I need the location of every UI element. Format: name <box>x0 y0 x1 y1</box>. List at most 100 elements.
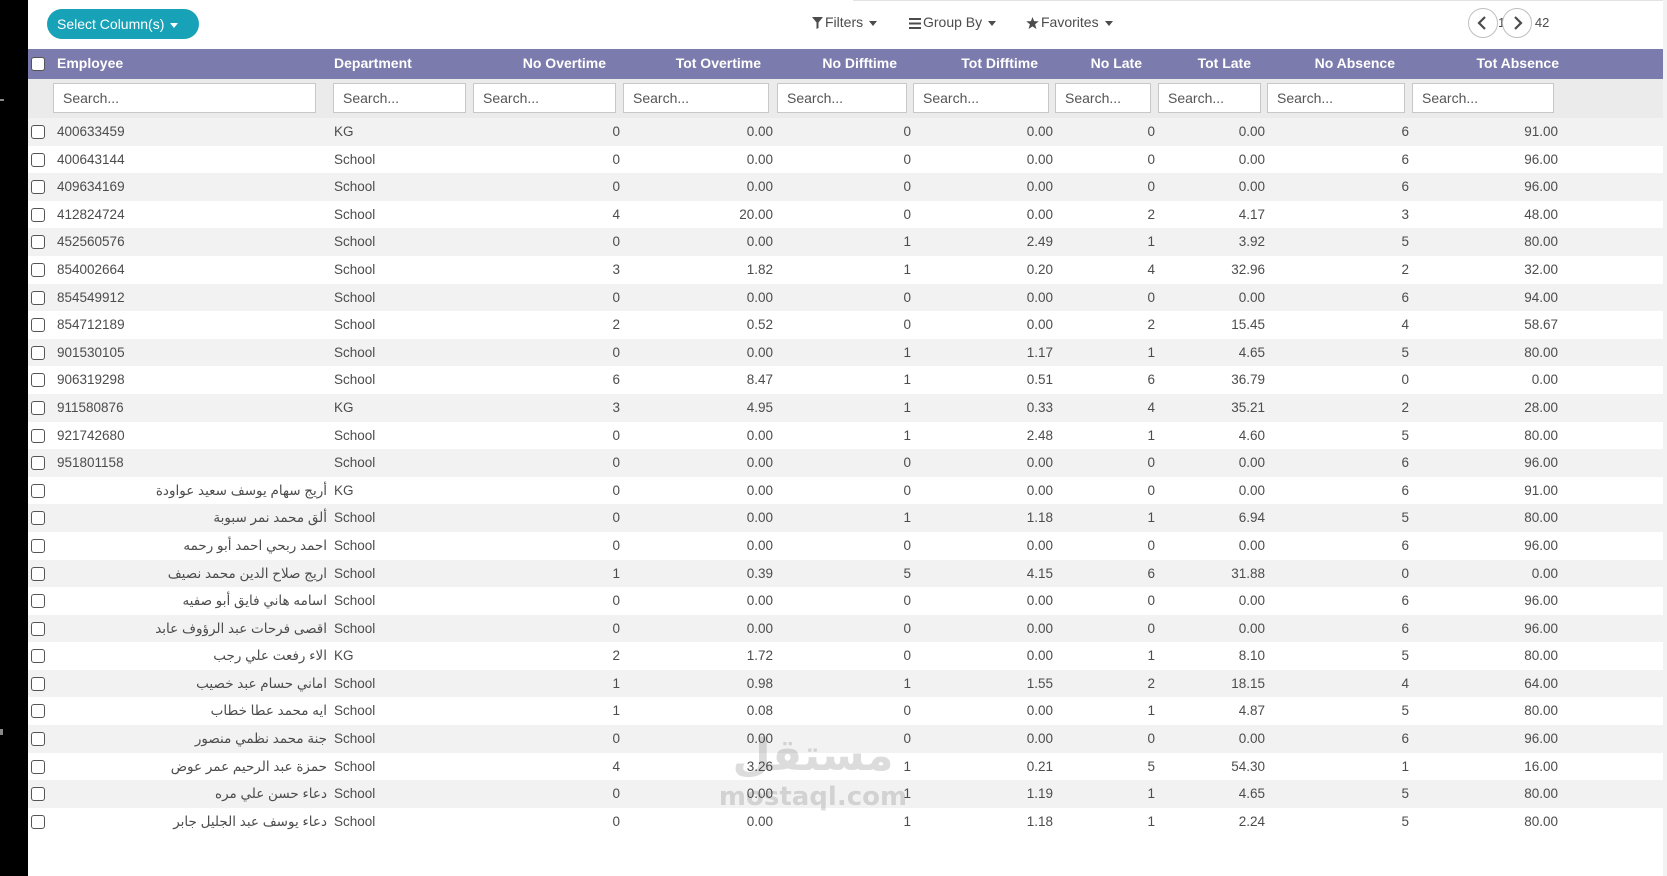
row-select-checkbox[interactable] <box>31 207 45 222</box>
row-select-checkbox[interactable] <box>31 732 45 747</box>
column-header-employee[interactable]: Employee <box>57 49 327 77</box>
row-select-checkbox[interactable] <box>31 400 45 415</box>
table-row[interactable]: 854002664 School 3 1.82 1 0.20 4 32.96 2 32.00 <box>28 255 1663 284</box>
row-select-checkbox[interactable] <box>31 814 45 829</box>
column-header-department[interactable]: Department <box>334 49 474 77</box>
table-row[interactable]: اقصى فرحات عبد الرؤوف عابد School 0 0.00 0 0.… <box>28 614 1663 643</box>
row-select-checkbox[interactable] <box>31 428 45 443</box>
row-select-checkbox[interactable] <box>31 262 45 277</box>
column-header-no-difftime[interactable]: No Difftime <box>777 49 897 77</box>
table-row[interactable]: اماني حسام عبد خصيب School 1 0.98 1 1.55 2 18.1… <box>28 669 1663 698</box>
table-row[interactable]: احمد ربحي احمد أبو رحمه School 0 0.00 0 0.00 0… <box>28 531 1663 560</box>
cell-tot-overtime: 0.00 <box>746 234 773 250</box>
table-row[interactable]: 906319298 School 6 8.47 1 0.51 6 36.79 0 0.00 <box>28 366 1663 394</box>
group-by-dropdown[interactable]: Group By <box>909 14 997 30</box>
row-select-checkbox[interactable] <box>31 511 45 526</box>
row-select-checkbox[interactable] <box>31 180 45 195</box>
table-row[interactable]: 911580876 KG 3 4.95 1 0.33 4 35.21 2 28.00 <box>28 393 1663 422</box>
search-input-no-difftime[interactable] <box>777 83 907 113</box>
cell-employee: حمزة عبد الرحيم عمر عوض <box>170 758 327 774</box>
table-row[interactable]: دعاء حسن علي مره School 0 0.00 1 1.19 1 4.65 5 80… <box>28 780 1663 808</box>
cell-tot-late: 0.00 <box>1238 620 1265 636</box>
search-input-tot-difftime[interactable] <box>913 83 1049 113</box>
row-select-checkbox[interactable] <box>31 594 45 609</box>
row-select-checkbox[interactable] <box>31 759 45 774</box>
table-row[interactable]: ايه محمد عطا خطاب School 1 0.08 0 0.00 1 4.87 5 8… <box>28 697 1663 726</box>
select-columns-button[interactable]: Select Column(s) <box>47 9 199 39</box>
row-select-checkbox[interactable] <box>31 676 45 691</box>
row-select-checkbox[interactable] <box>31 152 45 167</box>
row-select-checkbox[interactable] <box>31 566 45 581</box>
table-row[interactable]: دعاء يوسف عبد الجليل جابر School 0 0.00 1 1.1… <box>28 807 1663 836</box>
cell-tot-late: 32.96 <box>1231 261 1265 277</box>
search-input-no-overtime[interactable] <box>473 83 616 113</box>
column-header-tot-absence[interactable]: Tot Absence <box>1412 49 1559 77</box>
cell-tot-overtime: 3.26 <box>746 758 773 774</box>
search-input-department[interactable] <box>333 83 466 113</box>
filters-dropdown[interactable]: Filters <box>812 14 878 30</box>
search-input-tot-late[interactable] <box>1158 83 1261 113</box>
row-select-checkbox[interactable] <box>31 621 45 636</box>
table-row[interactable]: 452560576 School 0 0.00 1 2.49 1 3.92 5 80.00 <box>28 228 1663 256</box>
table-row[interactable]: أريج سهام يوسف سعيد عواودة KG 0 0.00 0 0.00 0 0… <box>28 476 1663 505</box>
cell-tot-absence: 96.00 <box>1524 537 1558 553</box>
search-input-tot-overtime[interactable] <box>623 83 769 113</box>
table-row[interactable]: 409634169 School 0 0.00 0 0.00 0 0.00 6 96.00 <box>28 173 1663 201</box>
pager-previous-button[interactable] <box>1468 8 1498 38</box>
table-row[interactable]: 921742680 School 0 0.00 1 2.48 1 4.60 5 80.00 <box>28 421 1663 450</box>
column-header-no-overtime[interactable]: No Overtime <box>473 49 606 77</box>
row-select-checkbox[interactable] <box>31 125 45 139</box>
cell-no-overtime: 2 <box>612 317 620 333</box>
search-input-employee[interactable] <box>53 83 316 113</box>
cell-tot-overtime: 0.00 <box>746 731 773 747</box>
table-row[interactable]: 854712189 School 2 0.52 0 0.00 2 15.45 4 58.67 <box>28 311 1663 339</box>
table-row[interactable]: الاء رفعت علي رجب KG 2 1.72 0 0.00 1 8.10 5 80.00 <box>28 642 1663 670</box>
row-select-checkbox[interactable] <box>31 787 45 802</box>
row-select-checkbox[interactable] <box>31 290 45 305</box>
cell-tot-difftime: 0.20 <box>1026 261 1053 277</box>
pager-next-button[interactable] <box>1502 8 1532 38</box>
row-select-checkbox[interactable] <box>31 235 45 250</box>
row-select-checkbox[interactable] <box>31 649 45 664</box>
table-body: 400633459 KG 0 0.00 0 0.00 0 0.00 6 91.00 40064314… <box>28 118 1663 836</box>
cell-no-difftime: 0 <box>903 179 911 195</box>
search-input-no-late[interactable] <box>1055 83 1151 113</box>
table-row[interactable]: 412824724 School 4 20.00 0 0.00 2 4.17 3 48.00 <box>28 200 1663 229</box>
cell-tot-overtime: 0.08 <box>746 703 773 719</box>
row-select-checkbox[interactable] <box>31 345 45 360</box>
column-header-no-absence[interactable]: No Absence <box>1267 49 1395 77</box>
search-input-tot-absence[interactable] <box>1412 83 1554 113</box>
cell-employee: 400633459 <box>57 124 125 139</box>
column-header-tot-late[interactable]: Tot Late <box>1158 49 1251 77</box>
table-row[interactable]: 901530105 School 0 0.00 1 1.17 1 4.65 5 80.00 <box>28 338 1663 367</box>
cell-tot-late: 8.10 <box>1238 648 1265 664</box>
table-row[interactable]: 951801158 School 0 0.00 0 0.00 0 0.00 6 96.00 <box>28 449 1663 477</box>
cell-employee: اريج صلاح الدين محمد نصيف <box>167 565 327 581</box>
cell-department: School <box>334 317 376 333</box>
cell-tot-late: 0.00 <box>1238 151 1265 167</box>
column-header-tot-difftime[interactable]: Tot Difftime <box>913 49 1038 77</box>
favorites-dropdown[interactable]: Favorites <box>1026 14 1113 30</box>
table-row[interactable]: جنة محمد نظمي منصور School 0 0.00 0 0.00 0 0.00… <box>28 725 1663 753</box>
cell-department: School <box>334 344 376 360</box>
cell-tot-overtime: 0.00 <box>746 593 773 609</box>
row-select-checkbox[interactable] <box>31 704 45 719</box>
row-select-checkbox[interactable] <box>31 538 45 553</box>
table-row[interactable]: ألق محمد نمر سبوبة School 0 0.00 1 1.18 1 6.94 5… <box>28 504 1663 532</box>
table-row[interactable]: اسامه هاني فايق أبو صفيه School 0 0.00 0 0.00… <box>28 587 1663 615</box>
column-header-no-late[interactable]: No Late <box>1055 49 1142 77</box>
table-row[interactable]: اريج صلاح الدين محمد نصيف School 1 0.39 5 4.1… <box>28 559 1663 588</box>
table-row[interactable]: 400643144 School 0 0.00 0 0.00 0 0.00 6 96.00 <box>28 145 1663 174</box>
table-row[interactable]: 400633459 KG 0 0.00 0 0.00 0 0.00 6 91.00 <box>28 118 1663 146</box>
search-input-no-absence[interactable] <box>1267 83 1405 113</box>
table-row[interactable]: حمزة عبد الرحيم عمر عوض School 4 3.26 1 0.21 5… <box>28 752 1663 781</box>
column-header-tot-overtime[interactable]: Tot Overtime <box>623 49 761 77</box>
row-select-checkbox[interactable] <box>31 483 45 498</box>
row-select-checkbox[interactable] <box>31 318 45 333</box>
row-select-checkbox[interactable] <box>31 373 45 388</box>
cell-tot-absence: 64.00 <box>1524 675 1558 691</box>
cell-no-late: 1 <box>1147 813 1155 829</box>
row-select-checkbox[interactable] <box>31 456 45 471</box>
table-row[interactable]: 854549912 School 0 0.00 0 0.00 0 0.00 6 94.00 <box>28 283 1663 312</box>
select-all-checkbox[interactable] <box>31 57 45 71</box>
